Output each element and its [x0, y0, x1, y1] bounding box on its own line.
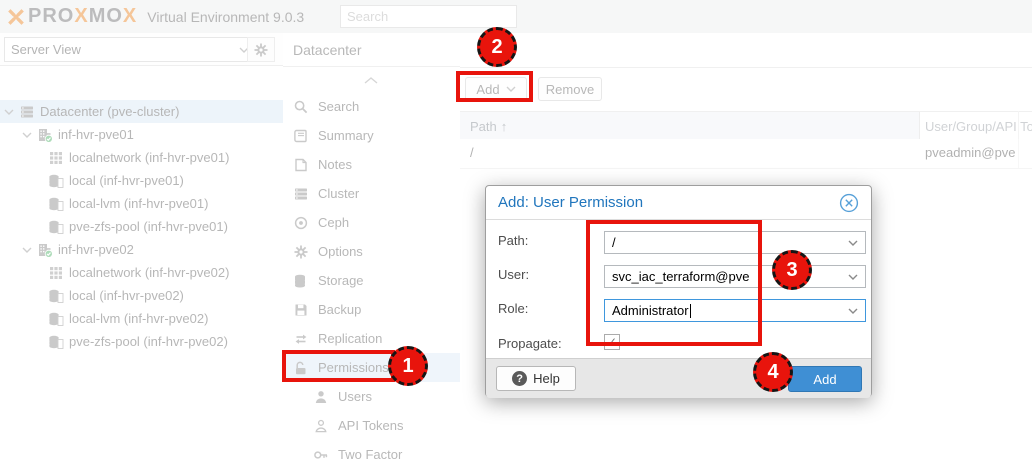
annotation-box-add-button — [456, 71, 533, 102]
help-button-label: Help — [533, 371, 560, 386]
annotation-box-permissions — [282, 350, 395, 382]
chevron-down-icon[interactable] — [848, 274, 858, 280]
proxmox-screen: PROXMOX Virtual Environment 9.0.3 Server… — [0, 0, 1032, 472]
chevron-down-icon[interactable] — [848, 240, 858, 246]
chevron-down-icon[interactable] — [848, 308, 858, 314]
annotation-step-1: 1 — [388, 346, 428, 386]
dialog-title: Add: User Permission — [498, 194, 644, 211]
dialog-add-label: Add — [813, 371, 837, 387]
annotation-step-2: 2 — [477, 27, 517, 67]
dialog-footer: ? Help Add — [486, 358, 871, 398]
annotation-step-4: 4 — [753, 352, 793, 392]
propagate-field-label: Propagate: — [498, 336, 562, 351]
annotation-step-3: 3 — [772, 250, 812, 290]
path-field-label: Path: — [498, 233, 529, 248]
annotation-box-dialog-fields — [586, 220, 762, 346]
dialog-add-button[interactable]: Add — [788, 366, 862, 392]
user-field-label: User: — [498, 267, 530, 282]
help-button[interactable]: ? Help — [496, 366, 576, 391]
dialog-header: Add: User Permission — [486, 186, 871, 220]
question-icon: ? — [512, 371, 528, 386]
role-field-label: Role: — [498, 301, 529, 316]
close-icon[interactable] — [839, 193, 859, 213]
